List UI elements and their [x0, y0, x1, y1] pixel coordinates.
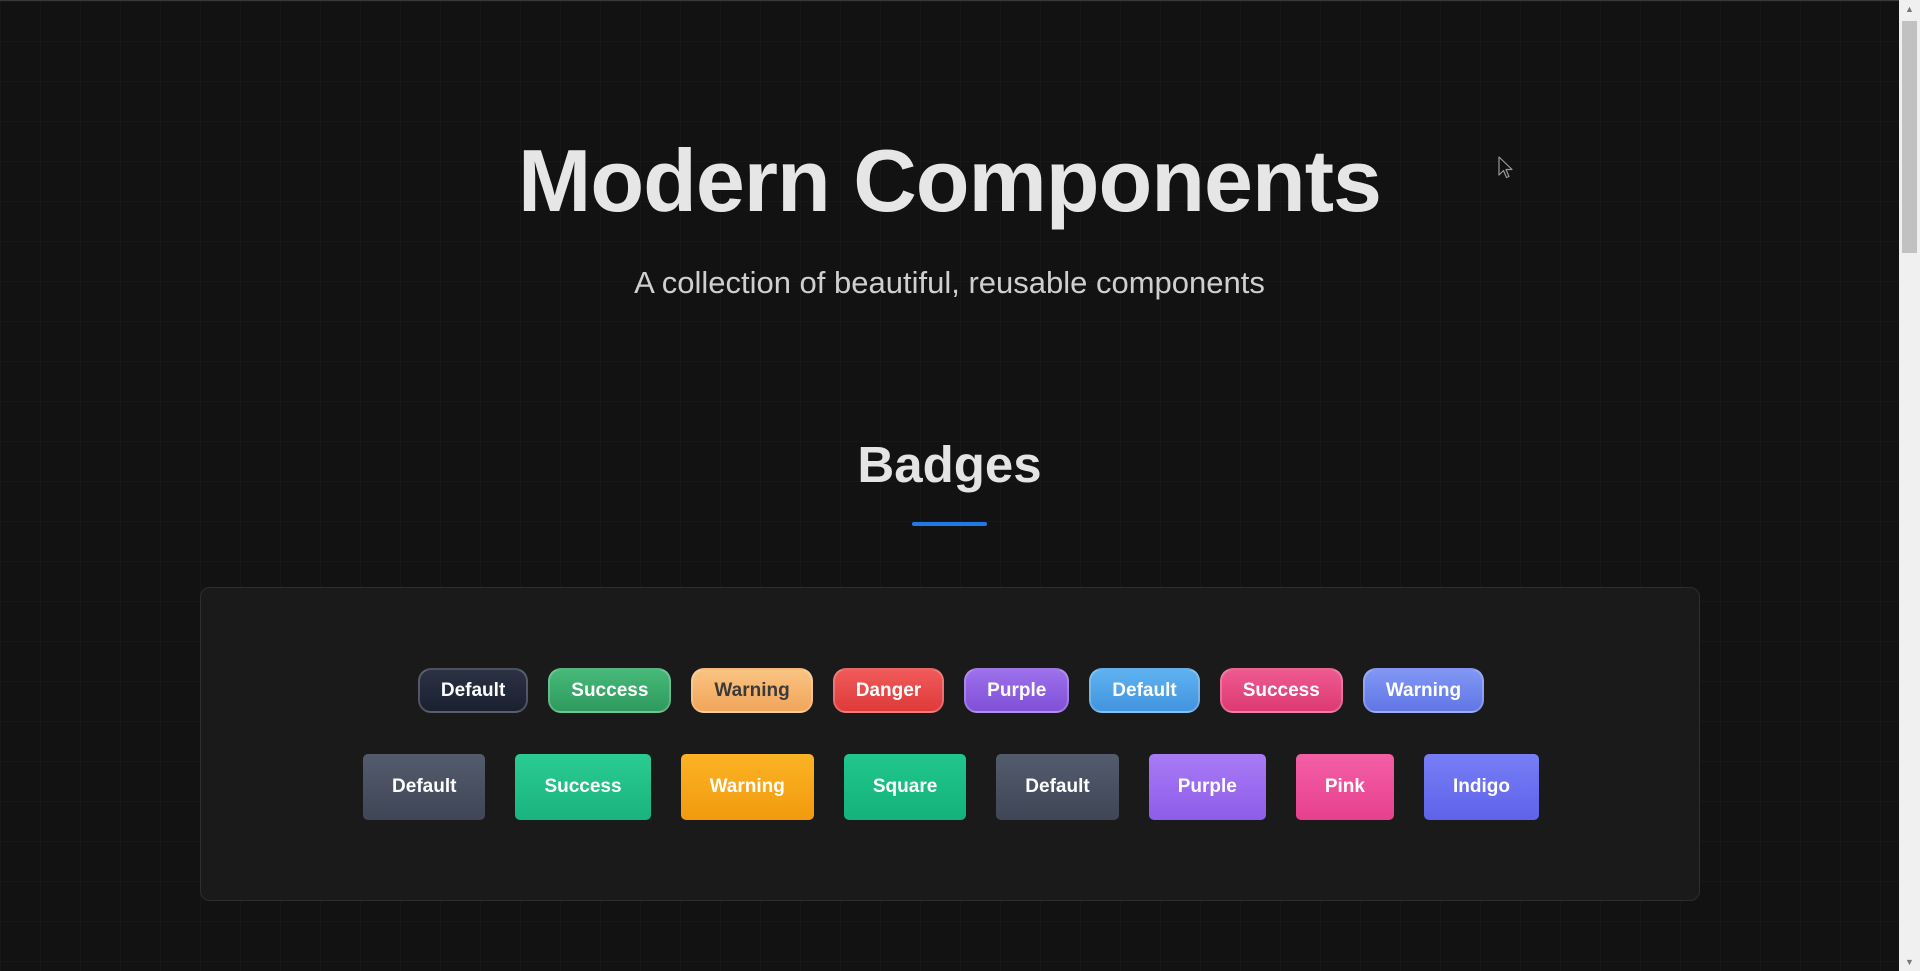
- block-badge-pink: Pink: [1295, 754, 1394, 820]
- block-badge-indigo: Indigo: [1423, 754, 1539, 820]
- block-badge-square: Square: [843, 754, 967, 820]
- pill-badge-danger: Danger: [832, 668, 945, 713]
- pill-badge-warning: Warning: [1362, 668, 1485, 713]
- section-title-badges: Badges: [857, 436, 1042, 493]
- block-badge-success: Success: [515, 754, 651, 820]
- pill-badge-warning: Warning: [691, 668, 813, 713]
- pill-badge-default: Default: [1089, 668, 1200, 713]
- pill-badge-default: Default: [417, 668, 529, 713]
- block-badge-warning: Warning: [680, 754, 814, 820]
- block-badge-default: Default: [363, 754, 486, 820]
- scroll-up-arrow-icon[interactable]: ▲: [1899, 0, 1920, 18]
- badges-card: Default Success Warning Danger Purple Default…: [200, 587, 1700, 901]
- block-badges-row: Default Success Warning Square Default Purple…: [201, 754, 1701, 820]
- mouse-cursor-icon: [1498, 156, 1513, 179]
- section-underline: [912, 522, 987, 526]
- vertical-scrollbar[interactable]: ▲ ▼: [1899, 0, 1920, 971]
- scroll-down-arrow-icon[interactable]: ▼: [1899, 953, 1920, 971]
- page-title: Modern Components: [518, 131, 1382, 230]
- block-badge-default: Default: [996, 754, 1119, 820]
- pill-badge-success: Success: [1219, 668, 1343, 713]
- page-subtitle: A collection of beautiful, reusable comp…: [634, 265, 1265, 300]
- block-badge-purple: Purple: [1148, 754, 1266, 820]
- scrollbar-thumb[interactable]: [1902, 21, 1917, 253]
- pill-badges-row: Default Success Warning Danger Purple Default…: [201, 668, 1701, 713]
- pill-badge-success: Success: [548, 668, 672, 713]
- pill-badge-purple: Purple: [964, 668, 1070, 713]
- page-viewport: Modern Components A collection of beauti…: [0, 0, 1899, 971]
